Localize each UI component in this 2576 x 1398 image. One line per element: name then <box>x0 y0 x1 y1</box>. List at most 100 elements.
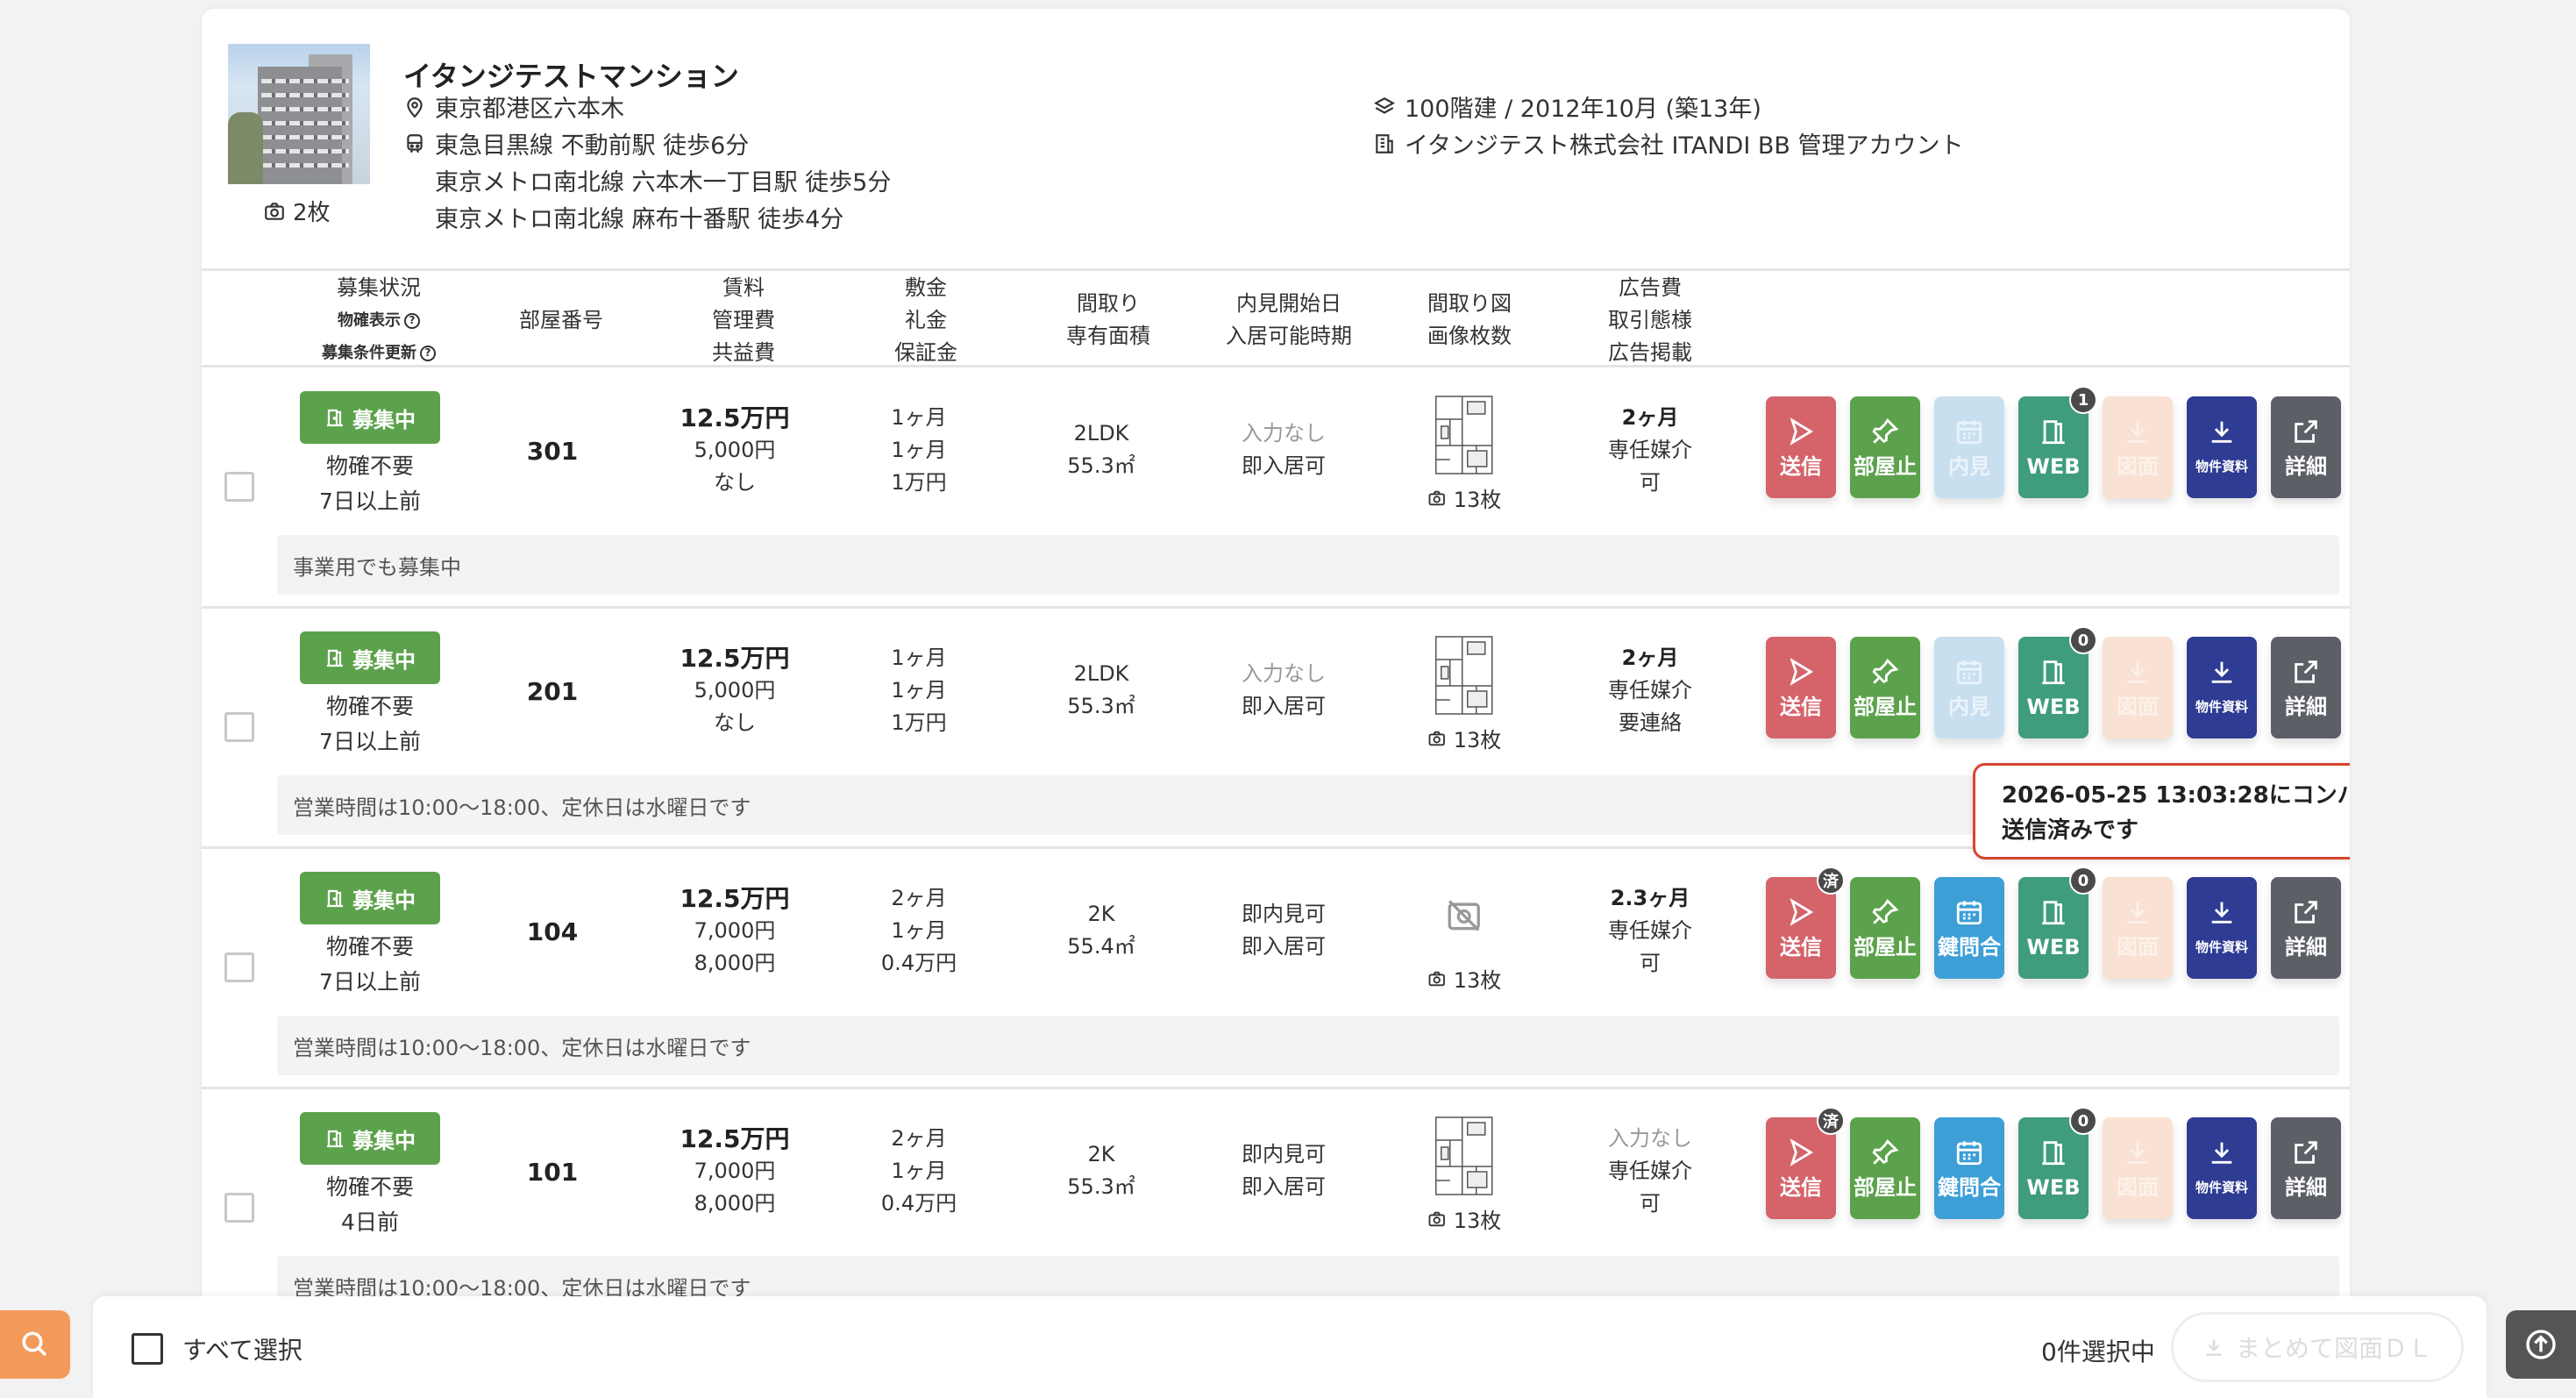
property-docs-button[interactable]: 物件資料 <box>2187 637 2257 738</box>
scroll-top-button[interactable] <box>2506 1310 2576 1379</box>
image-count: 13枚 <box>1427 723 1501 753</box>
rent-value: 12.5万円 <box>680 884 790 913</box>
viewing-button[interactable]: 内見 <box>1934 637 2004 738</box>
no-image-icon <box>1448 900 1481 931</box>
status-badge: 募集中 <box>300 1112 440 1165</box>
row-checkbox[interactable] <box>224 1193 254 1223</box>
property-docs-button[interactable]: 物件資料 <box>2187 877 2257 979</box>
help-icon[interactable]: ? <box>420 345 436 361</box>
search-button[interactable] <box>0 1310 70 1379</box>
web-button[interactable]: WEB 0 <box>2018 867 2097 979</box>
floorplan-download-button[interactable]: 図面 <box>2103 637 2173 738</box>
web-button[interactable]: WEB 0 <box>2018 626 2097 738</box>
floorplan-download-button[interactable]: 図面 <box>2103 396 2173 498</box>
floorplan-thumbnail[interactable] <box>1433 393 1496 477</box>
property-card: 2枚 イタンジテストマンション 東京都港区六本木 東急目黒線 不動前駅 徒歩6分… <box>202 9 2350 1398</box>
col-ad-1: 広告費 <box>1619 275 1682 300</box>
viewing-start: 入力なし <box>1242 421 1326 446</box>
row-actions: 送信 済部屋止 鍵問合 WEB 0 図面 物件資料 詳細 <box>1766 867 2341 979</box>
detail-button[interactable]: 詳細 <box>2271 877 2341 979</box>
send-button[interactable]: 送信 済 <box>1766 1107 1845 1219</box>
door-icon <box>327 889 343 908</box>
check-display: 物確不要 <box>325 934 414 959</box>
row-checkbox[interactable] <box>224 952 254 982</box>
building-photo[interactable] <box>228 44 370 184</box>
detail-button[interactable]: 詳細 <box>2271 1117 2341 1219</box>
ad-cell: 2ヶ月 専任媒介 要連絡 <box>1608 642 1692 739</box>
floorplan-download-button[interactable]: 図面 <box>2103 1117 2173 1219</box>
web-button-label: WEB <box>2026 935 2081 959</box>
status-cell: 物確不要 4日前 <box>326 1170 414 1240</box>
station-line-2: 東京メトロ南北線 六本木一丁目駅 徒歩5分 <box>435 163 891 197</box>
viewing-cell: 即内見可 即入居可 <box>1242 898 1326 963</box>
sent-badge: 済 <box>1817 867 1845 895</box>
download-icon <box>2127 902 2148 924</box>
col-layout-1: 間取り <box>1077 291 1140 316</box>
pushpin-icon <box>1872 1139 1899 1165</box>
last-updated: 7日以上前 <box>319 969 421 995</box>
room-number: 104 <box>526 917 579 946</box>
layout-value: 2LDK <box>1073 421 1129 446</box>
floorplan-download-button[interactable]: 図面 <box>2103 877 2173 979</box>
rent-value: 12.5万円 <box>680 1124 790 1153</box>
room-hold-button[interactable]: 部屋止 <box>1850 396 1920 498</box>
col-floorplan: 間取り図 画像枚数 <box>1427 288 1512 353</box>
deposit-value: 2ヶ月 <box>891 1126 947 1151</box>
camera-icon <box>1428 971 1445 986</box>
floors-line: 100階建 / 2012年10月 (築13年) <box>1373 89 1761 124</box>
detail-button[interactable]: 詳細 <box>2271 637 2341 738</box>
download-icon <box>2211 421 2232 443</box>
floorplan-cell: 13枚 <box>1427 393 1501 513</box>
send-button[interactable]: 送信 <box>1766 637 1836 738</box>
select-all-checkbox[interactable] <box>132 1333 163 1365</box>
viewing-button[interactable]: 内見 <box>1934 396 2004 498</box>
management-fee: 5,000円 <box>694 678 776 703</box>
row-checkbox[interactable] <box>224 472 254 502</box>
calendar-icon <box>1956 901 1982 925</box>
row-checkbox[interactable] <box>224 712 254 742</box>
web-button[interactable]: WEB 0 <box>2018 1107 2097 1219</box>
image-count: 13枚 <box>1427 1203 1501 1234</box>
move-in: 即入居可 <box>1242 1174 1326 1199</box>
floorplan-cell: 13枚 <box>1427 633 1501 753</box>
key-inquiry-button[interactable]: 鍵問合 <box>1934 1117 2004 1219</box>
send-button[interactable]: 送信 <box>1766 396 1836 498</box>
row-note: 事業用でも募集中 <box>277 535 2339 595</box>
last-updated: 7日以上前 <box>319 729 421 754</box>
download-icon <box>2211 1142 2232 1164</box>
key-money: 1ヶ月 <box>891 918 947 943</box>
detail-button-label: 詳細 <box>2285 454 2327 479</box>
bottom-action-bar: すべて選択 0件選択中 まとめて図面ＤＬ <box>93 1296 2487 1398</box>
deal-type: 専任媒介 <box>1608 678 1692 703</box>
floorplan-cell: 13枚 <box>1427 1114 1501 1234</box>
manager-text: イタンジテスト株式会社 ITANDI BB 管理アカウント <box>1405 132 1964 160</box>
area-value: 55.3㎡ <box>1067 453 1135 478</box>
send-button[interactable]: 送信 済 <box>1766 867 1845 979</box>
room-hold-button[interactable]: 部屋止 <box>1850 1117 1920 1219</box>
key-inquiry-button[interactable]: 鍵問合 <box>1934 877 2004 979</box>
floorplan-thumbnail[interactable] <box>1433 633 1496 717</box>
property-docs-button[interactable]: 物件資料 <box>2187 396 2257 498</box>
room-hold-button[interactable]: 部屋止 <box>1850 877 1920 979</box>
room-hold-button-label: 部屋止 <box>1854 1175 1917 1200</box>
help-icon[interactable]: ? <box>404 312 420 329</box>
property-docs-button[interactable]: 物件資料 <box>2187 1117 2257 1219</box>
room-hold-button[interactable]: 部屋止 <box>1850 637 1920 738</box>
select-all[interactable]: すべて選択 <box>132 1331 302 1366</box>
web-button[interactable]: WEB 1 <box>2018 386 2097 498</box>
bulk-download-button[interactable]: まとめて図面ＤＬ <box>2171 1312 2464 1382</box>
floorplan-thumbnail[interactable] <box>1433 1114 1496 1198</box>
web-count-badge: 0 <box>2069 626 2097 654</box>
web-button-label: WEB <box>2026 1175 2081 1200</box>
floorplan-cell: 13枚 <box>1427 874 1501 994</box>
col-floorplan-1: 間取り図 <box>1427 291 1512 316</box>
guarantee-money: 0.4万円 <box>880 951 957 975</box>
detail-button[interactable]: 詳細 <box>2271 396 2341 498</box>
station-text: 東京メトロ南北線 麻布十番駅 徒歩4分 <box>435 206 844 233</box>
room-number: 201 <box>526 677 579 706</box>
layout-value: 2K <box>1087 1142 1115 1166</box>
room-number: 301 <box>526 437 579 466</box>
common-fee: 8,000円 <box>694 951 776 975</box>
room-hold-button-label: 部屋止 <box>1854 695 1917 719</box>
key-inquiry-button-label: 鍵問合 <box>1938 1175 2001 1200</box>
